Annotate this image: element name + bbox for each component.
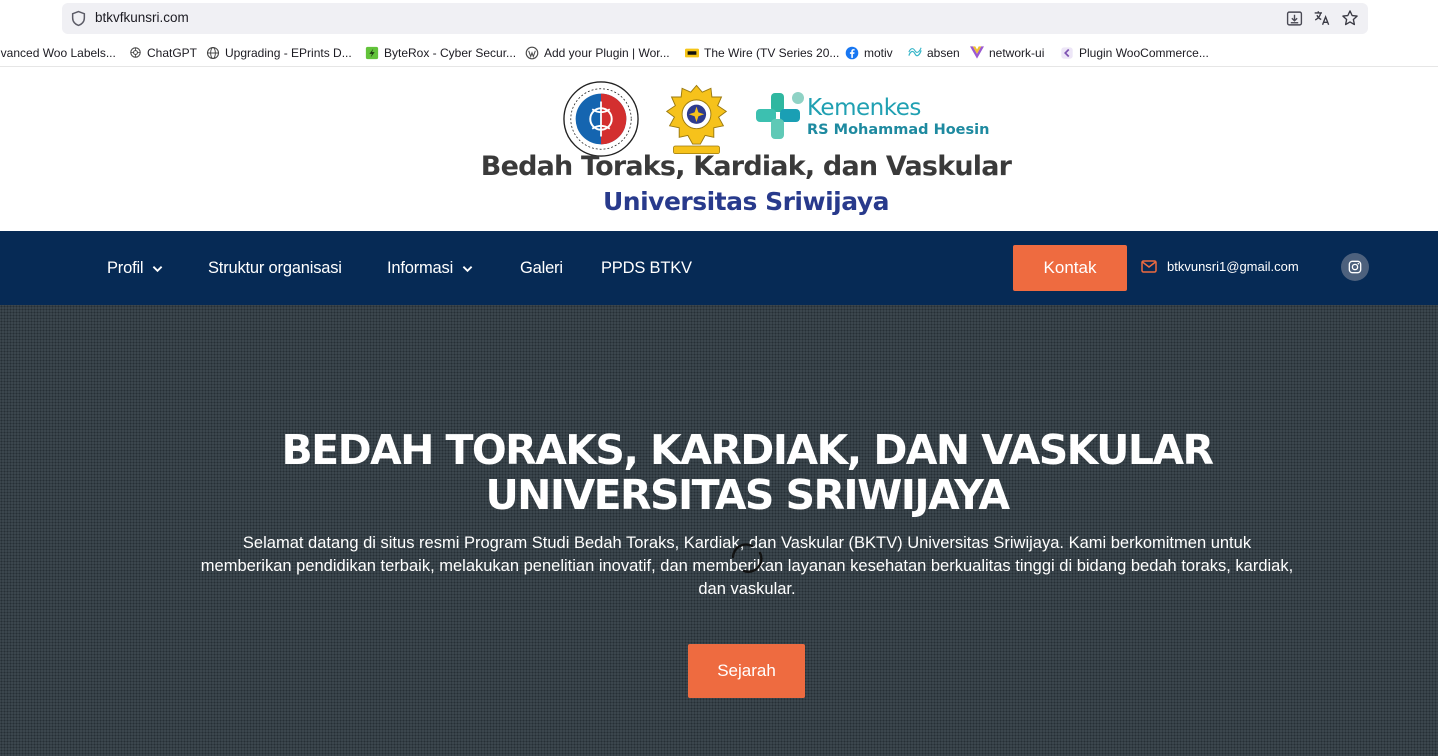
url-bar[interactable]: btkvfkunsri.com <box>62 3 1368 34</box>
bookmark-item[interactable]: ChatGPT <box>128 44 197 61</box>
bookmark-item[interactable]: Upgrading - EPrints D... <box>206 44 352 61</box>
nav-item-label: Struktur organisasi <box>208 259 342 277</box>
mail-icon <box>1141 260 1157 273</box>
byterox-icon <box>365 46 379 60</box>
bookmark-item[interactable]: The Wire (TV Series 20... <box>685 44 839 61</box>
shield-icon[interactable] <box>70 10 87 27</box>
chevron-down-icon <box>462 265 473 272</box>
site-title: Bedah Toraks, Kardiak, dan Vaskular <box>480 151 1012 182</box>
instagram-button[interactable] <box>1341 253 1369 281</box>
bookmark-label: absen <box>927 45 960 60</box>
globe-icon <box>206 46 220 60</box>
bookmark-item[interactable]: Plugin WooCommerce... <box>1060 44 1209 61</box>
bookmark-label: Upgrading - EPrints D... <box>225 45 352 60</box>
nav-item-label: Galeri <box>520 259 563 277</box>
bookmark-item[interactable]: lvanced Woo Labels... <box>0 44 116 61</box>
btkv-logo[interactable] <box>562 80 640 158</box>
bookmark-item[interactable]: ByteRox - Cyber Secur... <box>365 44 516 61</box>
vue-icon <box>970 46 984 60</box>
nav-item-profil[interactable]: Profil <box>107 259 163 278</box>
nav-item-label: Informasi <box>387 259 454 277</box>
woo-icon <box>1060 46 1074 60</box>
bookmark-label: lvanced Woo Labels... <box>0 45 116 60</box>
instagram-icon <box>1348 260 1362 274</box>
hero-section: BEDAH TORAKS, KARDIAK, DAN VASKULAR UNIV… <box>0 305 1438 756</box>
nav-item-informasi[interactable]: Informasi <box>387 259 473 278</box>
wordpress-icon <box>525 46 539 60</box>
bookmark-label: The Wire (TV Series 20... <box>704 45 840 60</box>
kemenkes-name: Kemenkes <box>807 95 921 121</box>
kemenkes-logo[interactable] <box>754 89 814 145</box>
hero-title-line: BEDAH TORAKS, KARDIAK, DAN VASKULAR <box>281 426 1215 474</box>
email-link[interactable]: btkvunsri1@gmail.com <box>1141 259 1299 274</box>
hero-title: BEDAH TORAKS, KARDIAK, DAN VASKULAR UNIV… <box>0 428 1438 518</box>
kontak-button[interactable]: Kontak <box>1013 245 1127 291</box>
imdb-icon <box>685 46 699 60</box>
nav-item-struktur-organisasi[interactable]: Struktur organisasi <box>208 259 342 278</box>
facebook-icon <box>845 46 859 60</box>
chevron-down-icon <box>153 265 163 272</box>
browser-toolbar: btkvfkunsri.com <box>0 0 1438 38</box>
unsri-logo[interactable] <box>660 82 733 160</box>
translate-icon[interactable] <box>1312 8 1332 28</box>
bookmark-label: network-ui <box>989 45 1045 60</box>
bookmark-item[interactable]: network-ui <box>970 44 1044 61</box>
star-icon[interactable] <box>1340 8 1360 28</box>
site-header: Kemenkes RS Mohammad Hoesin Bedah Toraks… <box>0 67 1438 231</box>
bookmarks-bar: lvanced Woo Labels... ChatGPT Upgrading … <box>0 38 1438 67</box>
bookmark-item[interactable]: absen <box>908 44 960 61</box>
bookmark-label: ChatGPT <box>147 45 198 60</box>
nav-item-label: Profil <box>107 259 144 277</box>
bookmark-label: Add your Plugin | Wor... <box>544 45 670 60</box>
site-subtitle: Universitas Sriwijaya <box>602 187 890 216</box>
nav-item-label: PPDS BTKV <box>601 259 692 277</box>
sejarah-button[interactable]: Sejarah <box>688 644 805 698</box>
bookmark-label: Plugin WooCommerce... <box>1079 45 1209 60</box>
bookmark-label: ByteRox - Cyber Secur... <box>384 45 517 60</box>
nav-item-galeri[interactable]: Galeri <box>520 259 563 278</box>
loading-spinner-icon <box>731 543 763 573</box>
download-icon[interactable] <box>1284 8 1304 28</box>
kemenkes-subtitle: RS Mohammad Hoesin <box>807 122 990 138</box>
chatgpt-icon <box>128 46 142 60</box>
email-text: btkvunsri1@gmail.com <box>1167 259 1299 274</box>
nav-item-ppds-btkv[interactable]: PPDS BTKV <box>601 259 692 278</box>
bookmark-item[interactable]: motiv <box>845 44 893 61</box>
hero-title-line: UNIVERSITAS SRIWIJAYA <box>485 471 1010 519</box>
main-navigation: Profil Struktur organisasi Informasi Gal… <box>0 231 1438 305</box>
absen-icon <box>908 46 922 60</box>
url-text[interactable]: btkvfkunsri.com <box>95 10 189 25</box>
bookmark-label: motiv <box>864 45 893 60</box>
url-bar-actions <box>1284 8 1360 28</box>
bookmark-item[interactable]: Add your Plugin | Wor... <box>525 44 670 61</box>
